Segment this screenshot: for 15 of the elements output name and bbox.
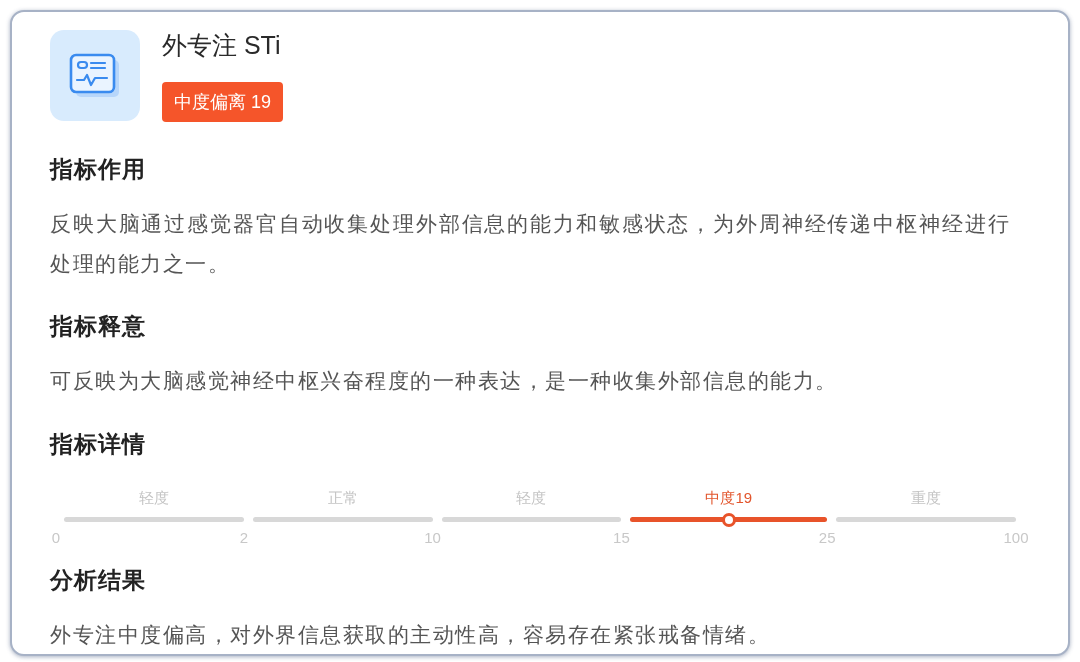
section-heading: 指标作用 <box>50 156 146 182</box>
pulse-card-icon <box>50 30 140 121</box>
scale-label: 正常 <box>327 488 358 508</box>
section-heading: 分析结果 <box>50 567 146 593</box>
metric-title: 外专注 STi <box>162 30 281 60</box>
section-text: 可反映为大脑感觉神经中枢兴奋程度的一种表达，是一种收集外部信息的能力。 <box>50 368 839 394</box>
section-heading: 指标详情 <box>50 431 146 457</box>
scale-label: 重度 <box>911 488 942 508</box>
section-text: 外专注中度偏高，对外界信息获取的主动性高，容易存在紧张戒备情绪。 <box>50 622 771 648</box>
scale-label: 中度19 <box>705 488 753 508</box>
scale-label: 轻度 <box>138 488 169 508</box>
section-heading: 指标释意 <box>50 313 146 339</box>
section-text: 反映大脑通过感觉器官自动收集处理外部信息的能力和敏感状态，为外周神经传递中枢神经进行处理的能力之一。 <box>50 211 1011 277</box>
status-badge: 中度偏离 19 <box>162 82 284 122</box>
scale-label: 轻度 <box>516 488 547 508</box>
